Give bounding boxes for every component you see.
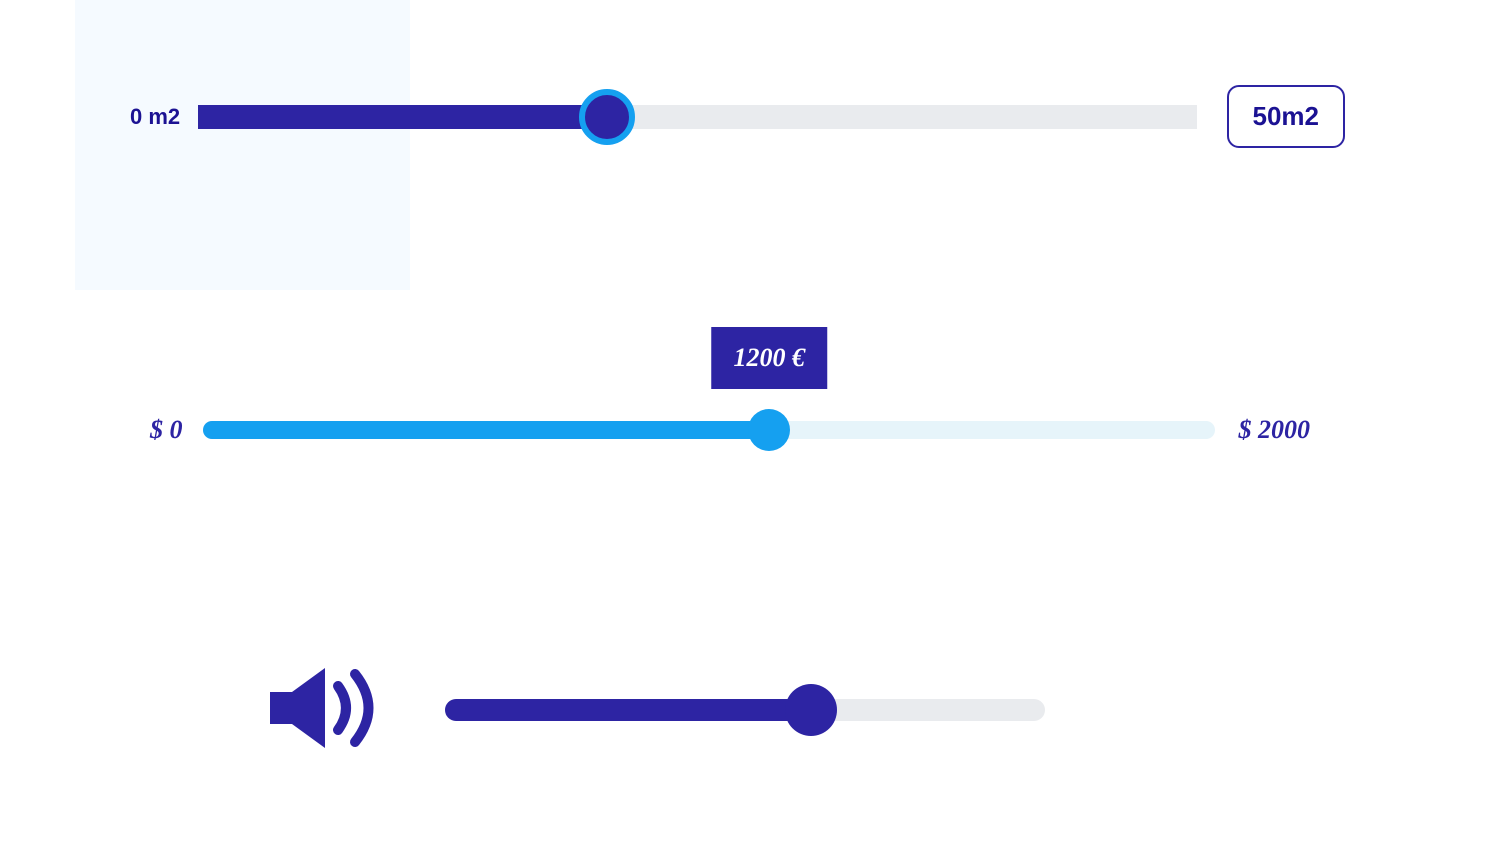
price-slider-min-label: $ 0 xyxy=(150,415,183,445)
area-slider-fill xyxy=(198,105,607,129)
volume-slider-thumb[interactable] xyxy=(785,684,837,736)
price-slider-max-label: $ 2000 xyxy=(1239,415,1311,445)
price-slider-thumb[interactable] xyxy=(748,409,790,451)
price-slider-track[interactable]: 1200 € xyxy=(203,421,1215,439)
price-slider-tooltip: 1200 € xyxy=(711,327,827,389)
area-slider-thumb[interactable] xyxy=(579,89,635,145)
area-slider-min-label: 0 m2 xyxy=(130,104,180,130)
area-slider-track[interactable] xyxy=(198,105,1196,129)
volume-slider-fill xyxy=(445,699,811,721)
price-slider: $ 0 1200 € $ 2000 xyxy=(150,415,1310,445)
price-slider-fill xyxy=(203,421,770,439)
area-slider: 0 m2 50m2 xyxy=(130,85,1345,148)
area-slider-max-box: 50m2 xyxy=(1227,85,1346,148)
volume-slider-track[interactable] xyxy=(445,699,1045,721)
volume-slider xyxy=(270,660,1045,760)
volume-icon xyxy=(270,660,385,760)
